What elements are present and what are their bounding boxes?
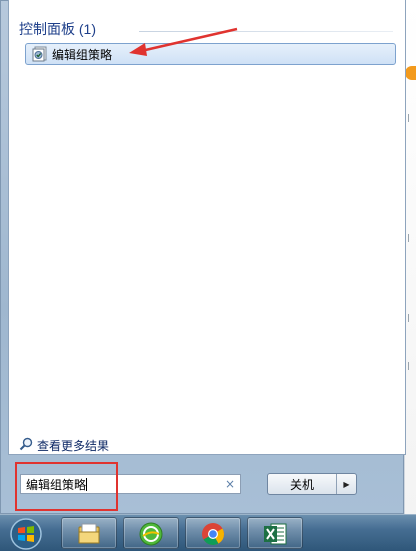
annotation-arrow-icon [129,27,238,56]
browser-360-icon [139,522,163,546]
taskbar-file-explorer[interactable] [61,517,117,549]
folder-icon [78,523,100,544]
start-menu: 控制面板 (1) 编辑组策略 查看更多结果 编辑组策略 × 关机 ▶ [0,0,406,514]
chrome-icon [202,523,224,545]
result-item-label: 编辑组策略 [52,47,113,62]
see-more-results-link[interactable]: 查看更多结果 [19,436,109,454]
windows-start-orb-icon[interactable] [6,517,46,551]
shutdown-button-group: 关机 ▶ [267,473,357,495]
taskbar-excel[interactable] [247,517,303,549]
desktop-fragment [408,114,415,122]
clear-search-icon[interactable]: × [225,477,235,491]
desktop-fragment [408,234,415,242]
desktop-icon-fragment [405,66,416,80]
group-policy-icon [32,46,48,62]
section-title-control-panel: 控制面板 (1) [19,21,96,37]
taskbar [0,514,416,551]
taskbar-chrome[interactable] [185,517,241,549]
excel-icon [264,523,287,545]
see-more-results-label: 查看更多结果 [37,438,110,453]
desktop-fragment [408,362,415,370]
shutdown-options-arrow-icon[interactable]: ▶ [337,474,356,494]
shutdown-button[interactable]: 关机 [268,474,337,494]
search-results-panel: 控制面板 (1) 编辑组策略 查看更多结果 [8,0,406,455]
taskbar-360-browser[interactable] [123,517,179,549]
desktop-fragment [408,314,415,322]
annotation-highlight-box [15,462,118,511]
search-magnifier-icon [19,436,33,455]
